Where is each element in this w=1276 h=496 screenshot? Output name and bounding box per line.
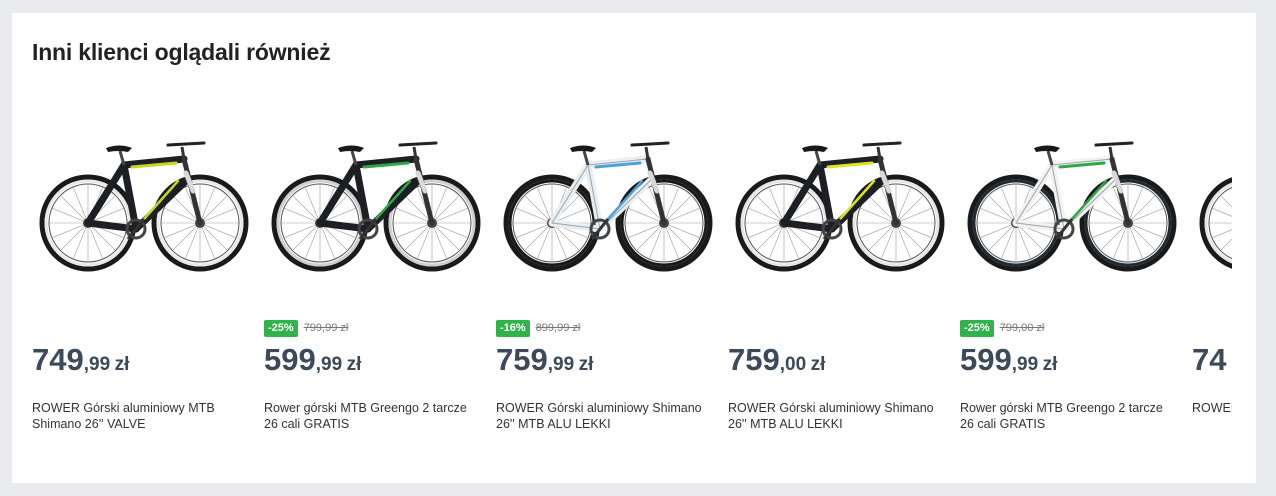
price: 599,99 zł (264, 342, 361, 378)
discount-row: -25% 799,99 zł (264, 319, 348, 337)
product-image[interactable] (264, 103, 486, 299)
price-integer: 749 (32, 342, 84, 377)
product-name-link[interactable]: ROWER Górski Shima (1192, 400, 1232, 416)
bicycle-image (967, 141, 1177, 272)
discount-badge: -16% (496, 319, 530, 337)
discount-row: -25% 799,00 zł (960, 319, 1044, 337)
bicycle-image (503, 141, 713, 272)
old-price: 799,99 zł (303, 322, 349, 334)
old-price: 799,00 zł (999, 322, 1045, 334)
price-decimal: ,99 (83, 354, 111, 375)
product-card[interactable]: 749,99 zł ROWER Górski aluminiowy MTB Shi… (32, 99, 254, 479)
product-name-link[interactable]: ROWER Górski aluminiowy Shimano 26'' MTB… (728, 400, 938, 432)
product-image[interactable] (1192, 103, 1232, 299)
price-decimal: ,99 (315, 354, 343, 375)
price-integer: 599 (960, 342, 1012, 377)
discount-badge: -25% (960, 319, 994, 337)
price-decimal: ,99 (547, 354, 575, 375)
price-currency: zł (578, 354, 594, 375)
bicycle-image (39, 141, 249, 272)
price: 759,99 zł (496, 342, 593, 378)
price-integer: 74 (1192, 342, 1227, 377)
price: 749,99 zł (32, 342, 129, 378)
price-integer: 759 (496, 342, 548, 377)
discount-badge: -25% (264, 319, 298, 337)
price: 74 (1192, 342, 1226, 378)
price-integer: 759 (728, 342, 780, 377)
price: 599,99 zł (960, 342, 1057, 378)
product-image[interactable] (960, 103, 1182, 299)
product-name-link[interactable]: Rower górski MTB Greengo 2 tarcze 26 cal… (960, 400, 1170, 432)
product-name-link[interactable]: ROWER Górski aluminiowy MTB Shimano 26''… (32, 400, 242, 432)
recommendations-panel: Inni klienci oglądali również 749,99 zł R… (12, 13, 1256, 483)
product-image[interactable] (32, 103, 254, 299)
section-title: Inni klienci oglądali również (32, 39, 331, 65)
product-card[interactable]: 759,00 zł ROWER Górski aluminiowy Shimano… (728, 99, 950, 479)
product-image[interactable] (728, 103, 950, 299)
bicycle-image (1199, 177, 1232, 269)
discount-row: -16% 899,99 zł (496, 319, 580, 337)
bicycle-image (735, 141, 945, 272)
price-decimal: ,00 (779, 354, 807, 375)
price-integer: 599 (264, 342, 316, 377)
product-name-link[interactable]: Rower górski MTB Greengo 2 tarcze 26 cal… (264, 400, 474, 432)
product-card[interactable]: -25% 799,00 zł 599,99 zł Rower górski MTB G… (960, 99, 1182, 479)
product-carousel: 749,99 zł ROWER Górski aluminiowy MTB Shi… (32, 99, 1232, 479)
bicycle-image (271, 141, 481, 272)
product-card[interactable]: -25% 799,99 zł 599,99 zł Rower górski MTB G… (264, 99, 486, 479)
price: 759,00 zł (728, 342, 825, 378)
product-name-link[interactable]: ROWER Górski aluminiowy Shimano 26'' MTB… (496, 400, 706, 432)
product-image[interactable] (496, 103, 718, 299)
price-decimal: ,99 (1011, 354, 1039, 375)
price-currency: zł (810, 354, 826, 375)
old-price: 899,99 zł (535, 322, 581, 334)
product-card[interactable]: -16% 899,99 zł 759,99 zł ROWER Górski alumi… (496, 99, 718, 479)
price-currency: zł (114, 354, 130, 375)
product-card[interactable]: 74 ROWER Górski Shima (1192, 99, 1232, 479)
price-currency: zł (1042, 354, 1058, 375)
price-currency: zł (346, 354, 362, 375)
